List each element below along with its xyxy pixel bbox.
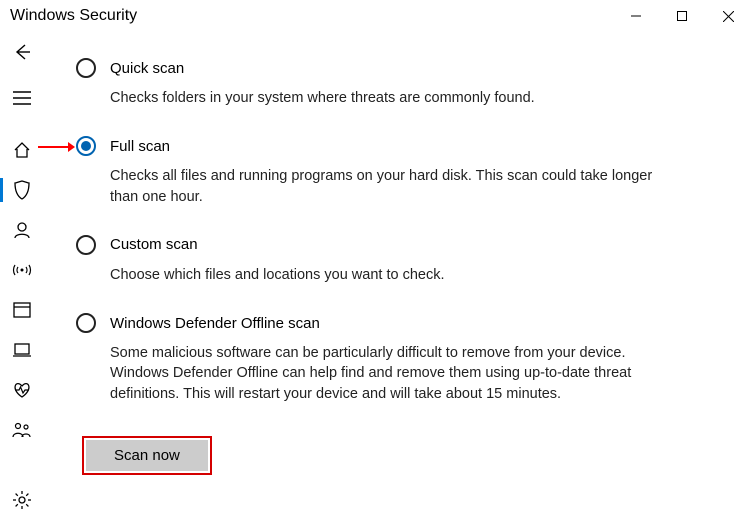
nav-family-options[interactable]: [0, 410, 44, 450]
window-controls: [613, 0, 751, 32]
scan-now-button[interactable]: Scan now: [86, 440, 208, 471]
nav-app-browser[interactable]: [0, 290, 44, 330]
annotation-highlight-box: Scan now: [82, 436, 212, 475]
radio-full-scan[interactable]: [76, 136, 96, 156]
nav-device-security[interactable]: [0, 330, 44, 370]
desc-quick-scan: Checks folders in your system where thre…: [110, 88, 670, 108]
scan-options-content: Quick scan Checks folders in your system…: [76, 58, 727, 508]
annotation-arrow-icon: [38, 140, 76, 154]
desc-full-scan: Checks all files and running programs on…: [110, 166, 670, 207]
back-button[interactable]: [12, 42, 32, 62]
radio-quick-scan[interactable]: [76, 58, 96, 78]
nav-account-protection[interactable]: [0, 210, 44, 250]
window-title: Windows Security: [10, 7, 137, 25]
minimize-button[interactable]: [613, 0, 659, 32]
radio-custom-scan[interactable]: [76, 235, 96, 255]
radio-offline-scan[interactable]: [76, 313, 96, 333]
titlebar: Windows Security: [0, 0, 751, 32]
option-quick-scan: Quick scan Checks folders in your system…: [76, 58, 727, 108]
option-full-scan: Full scan Checks all files and running p…: [76, 136, 727, 207]
desc-custom-scan: Choose which files and locations you wan…: [110, 265, 670, 285]
nav-firewall[interactable]: [0, 250, 44, 290]
close-button[interactable]: [705, 0, 751, 32]
option-offline-scan: Windows Defender Offline scan Some malic…: [76, 313, 727, 404]
desc-offline-scan: Some malicious software can be particula…: [110, 343, 670, 404]
label-offline-scan: Windows Defender Offline scan: [110, 315, 320, 332]
nav-device-performance[interactable]: [0, 370, 44, 410]
nav-settings[interactable]: [0, 480, 44, 520]
label-custom-scan: Custom scan: [110, 236, 198, 253]
nav-virus-protection[interactable]: [0, 170, 44, 210]
label-full-scan: Full scan: [110, 138, 170, 155]
maximize-button[interactable]: [659, 0, 705, 32]
option-custom-scan: Custom scan Choose which files and locat…: [76, 235, 727, 285]
menu-button[interactable]: [0, 78, 44, 118]
label-quick-scan: Quick scan: [110, 60, 184, 77]
